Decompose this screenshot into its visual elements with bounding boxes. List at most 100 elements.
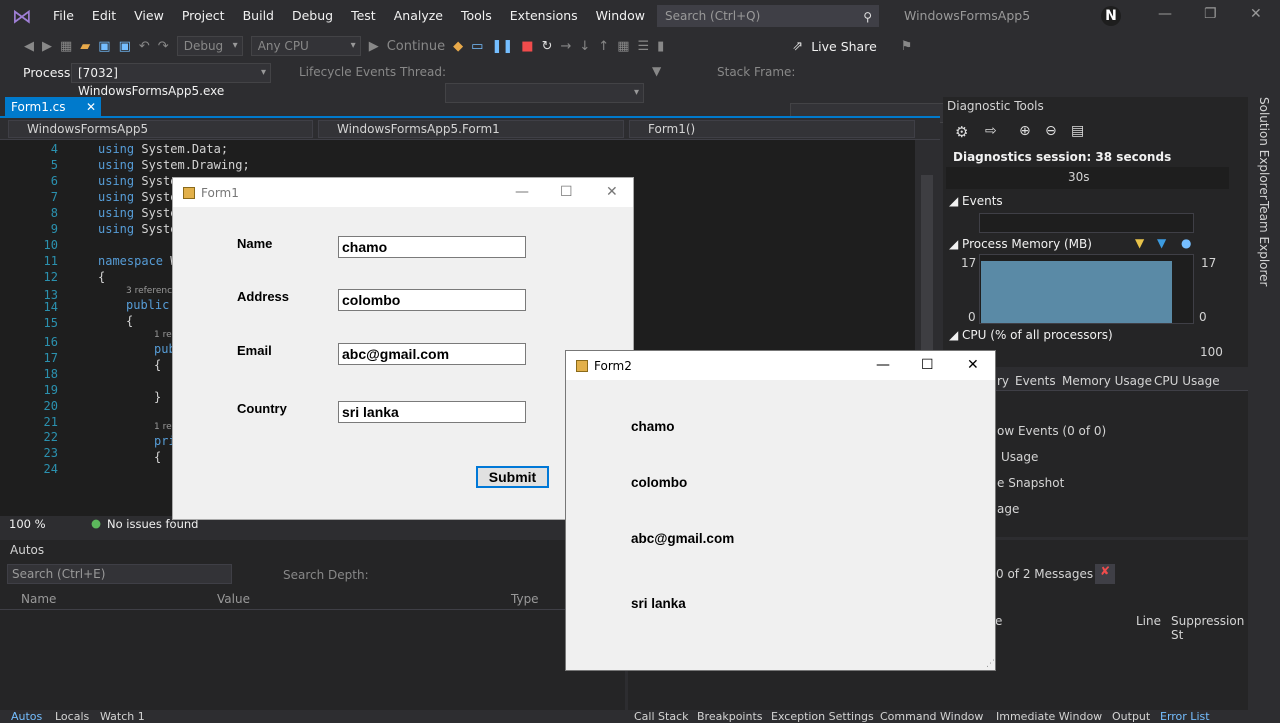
col-type[interactable]: Type bbox=[511, 592, 539, 606]
tab-events[interactable]: Events bbox=[1015, 374, 1056, 388]
save-icon[interactable]: ▣ bbox=[98, 39, 110, 54]
menu-file[interactable]: File bbox=[44, 0, 83, 32]
tab-watch1[interactable]: Watch 1 bbox=[100, 710, 145, 723]
new-project-icon[interactable]: ▦ bbox=[60, 39, 72, 54]
country-input[interactable]: sri lanka bbox=[338, 401, 526, 423]
tab-immediate-window[interactable]: Immediate Window bbox=[996, 710, 1102, 723]
settings-icon[interactable]: ⚙ bbox=[955, 123, 968, 141]
menu-view[interactable]: View bbox=[125, 0, 173, 32]
forward-icon[interactable]: ▶ bbox=[42, 39, 52, 54]
save-all-icon[interactable]: ▣ bbox=[119, 39, 131, 54]
tab-output[interactable]: Output bbox=[1112, 710, 1150, 723]
events-section[interactable]: ◢ Events bbox=[949, 194, 1003, 208]
tab-error-list[interactable]: Error List bbox=[1160, 710, 1210, 723]
team-explorer-tab[interactable]: Team Explorer bbox=[1257, 201, 1271, 287]
configuration-select[interactable]: Debug bbox=[176, 36, 243, 56]
bookmark-icon[interactable]: ▮ bbox=[657, 39, 664, 54]
col-description[interactable]: e bbox=[995, 614, 1002, 628]
close-icon[interactable]: ✕ bbox=[967, 357, 979, 373]
show-events-link[interactable]: ow Events (0 of 0) bbox=[997, 424, 1106, 438]
tab-locals[interactable]: Locals bbox=[55, 710, 89, 723]
email-input[interactable]: abc@gmail.com bbox=[338, 343, 526, 365]
filter-icon[interactable]: ▼ bbox=[652, 64, 661, 78]
solution-explorer-tab[interactable]: Solution Explorer bbox=[1257, 97, 1271, 200]
member-nav-select[interactable]: Form1() bbox=[629, 120, 915, 138]
form2-titlebar[interactable]: Form2 — ☐ ✕ bbox=[566, 351, 995, 380]
pause-icon[interactable]: ❚❚ bbox=[491, 39, 513, 54]
project-nav-select[interactable]: WindowsFormsApp5 bbox=[8, 120, 313, 138]
col-suppression[interactable]: Suppression St bbox=[1171, 614, 1248, 642]
back-icon[interactable]: ◀ bbox=[24, 39, 34, 54]
take-snapshot-button[interactable]: e Snapshot bbox=[997, 476, 1064, 490]
zoom-in-icon[interactable]: ⊕ bbox=[1019, 123, 1031, 139]
menu-window[interactable]: Window bbox=[587, 0, 654, 32]
col-name[interactable]: Name bbox=[21, 592, 56, 606]
feedback-icon[interactable]: ⚑ bbox=[901, 39, 913, 54]
reset-zoom-icon[interactable]: ▤ bbox=[1071, 123, 1084, 139]
continue-icon[interactable]: ▶ bbox=[369, 39, 379, 54]
minimize-icon[interactable]: — bbox=[876, 357, 890, 373]
tab-summary[interactable]: ry bbox=[997, 374, 1009, 388]
autos-search-input[interactable]: Search (Ctrl+E) bbox=[7, 564, 232, 584]
timeline-ruler[interactable]: 30s bbox=[946, 167, 1229, 189]
form1-titlebar[interactable]: Form1 — ☐ ✕ bbox=[173, 178, 633, 207]
redo-icon[interactable]: ↷ bbox=[158, 39, 169, 54]
menu-test[interactable]: Test bbox=[342, 0, 385, 32]
col-line[interactable]: Line bbox=[1136, 614, 1161, 628]
tab-memory-usage[interactable]: Memory Usage bbox=[1062, 374, 1152, 388]
menu-analyze[interactable]: Analyze bbox=[385, 0, 452, 32]
live-share-button[interactable]: Live Share bbox=[811, 39, 877, 54]
maximize-icon[interactable]: ☐ bbox=[921, 357, 934, 373]
open-file-icon[interactable]: ▰ bbox=[80, 39, 90, 54]
menu-build[interactable]: Build bbox=[234, 0, 283, 32]
hex-display-icon[interactable]: ▦ bbox=[617, 39, 629, 54]
memory-graph[interactable] bbox=[979, 254, 1194, 324]
menu-project[interactable]: Project bbox=[173, 0, 234, 32]
app-window-icon[interactable]: ▭ bbox=[471, 39, 483, 54]
menu-extensions[interactable]: Extensions bbox=[501, 0, 587, 32]
live-share-icon[interactable]: ⇗ bbox=[792, 39, 803, 54]
undo-icon[interactable]: ↶ bbox=[139, 39, 150, 54]
minimize-icon[interactable]: — bbox=[1158, 6, 1172, 22]
messages-filter[interactable]: 0 of 2 Messages bbox=[996, 567, 1093, 581]
continue-button[interactable]: Continue bbox=[387, 39, 445, 54]
comment-icon[interactable]: ☰ bbox=[637, 39, 649, 54]
resize-grip-icon[interactable]: ⋰ bbox=[986, 659, 995, 669]
tab-autos[interactable]: Autos bbox=[11, 710, 42, 723]
step-out-icon[interactable]: ↑ bbox=[598, 39, 609, 54]
col-value[interactable]: Value bbox=[217, 592, 250, 606]
memory-section[interactable]: ◢ Process Memory (MB) bbox=[949, 237, 1092, 251]
tab-call-stack[interactable]: Call Stack bbox=[634, 710, 688, 723]
tab-cpu-usage[interactable]: CPU Usage bbox=[1154, 374, 1220, 388]
avatar[interactable]: N bbox=[1101, 6, 1121, 26]
menu-debug[interactable]: Debug bbox=[283, 0, 342, 32]
address-input[interactable]: colombo bbox=[338, 289, 526, 311]
tab-command-window[interactable]: Command Window bbox=[880, 710, 983, 723]
step-into-icon[interactable]: ↓ bbox=[579, 39, 590, 54]
quick-search-input[interactable]: Search (Ctrl+Q) ⚲ bbox=[657, 5, 879, 27]
zoom-level[interactable]: 100 % bbox=[9, 517, 46, 531]
tab-exception-settings[interactable]: Exception Settings bbox=[771, 710, 874, 723]
restore-icon[interactable]: ❐ bbox=[1204, 6, 1217, 22]
lifecycle-events-button[interactable]: Lifecycle Events bbox=[299, 65, 396, 79]
submit-button[interactable]: Submit bbox=[476, 466, 549, 488]
close-icon[interactable]: ✕ bbox=[1250, 6, 1262, 22]
class-nav-select[interactable]: WindowsFormsApp5.Form1 bbox=[318, 120, 624, 138]
stop-icon[interactable]: ■ bbox=[521, 39, 533, 54]
menu-tools[interactable]: Tools bbox=[452, 0, 501, 32]
close-icon[interactable]: ✕ bbox=[606, 184, 618, 200]
cpu-section[interactable]: ◢ CPU (% of all processors) bbox=[949, 328, 1113, 342]
tab-form1-cs[interactable]: Form1.cs ✕ bbox=[5, 97, 101, 118]
process-select[interactable]: [7032] WindowsFormsApp5.exe bbox=[71, 63, 271, 98]
menu-edit[interactable]: Edit bbox=[83, 0, 125, 32]
step-over-icon[interactable]: → bbox=[560, 39, 571, 54]
close-tab-icon[interactable]: ✕ bbox=[86, 97, 96, 117]
tab-breakpoints[interactable]: Breakpoints bbox=[697, 710, 763, 723]
maximize-icon[interactable]: ☐ bbox=[560, 184, 573, 200]
platform-select[interactable]: Any CPU bbox=[250, 36, 361, 56]
name-input[interactable]: chamo bbox=[338, 236, 526, 258]
export-icon[interactable]: ⇨ bbox=[985, 123, 997, 139]
restart-icon[interactable]: ↻ bbox=[542, 39, 553, 54]
minimize-icon[interactable]: — bbox=[515, 184, 529, 200]
zoom-out-icon[interactable]: ⊖ bbox=[1045, 123, 1057, 139]
